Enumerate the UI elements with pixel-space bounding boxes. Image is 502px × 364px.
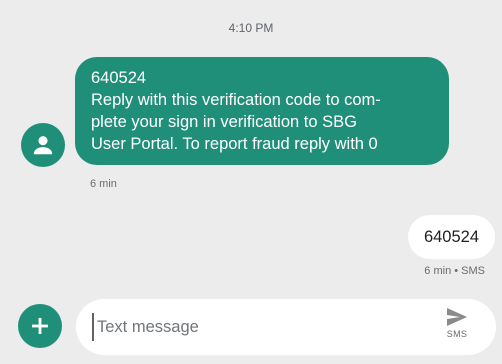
outgoing-message-bubble[interactable]: 640524 [407,215,495,259]
text-message-input[interactable] [92,313,427,341]
incoming-message-line: plete your sign in verification to SBG [91,113,357,131]
add-attachment-button[interactable] [18,304,62,348]
contact-avatar[interactable] [21,123,65,167]
outgoing-message-status: 6 min • SMS [424,265,485,277]
plus-icon [32,318,48,334]
send-button[interactable]: SMS [440,306,474,348]
send-mode-label: SMS [446,329,468,339]
outgoing-message-text: 640524 [423,227,479,246]
incoming-message-bubble[interactable]: 640524 Reply with this verification code… [75,57,449,165]
send-icon [447,308,467,326]
message-thread: 4:10 PM 640524 Reply with this verificat… [0,0,502,364]
incoming-message-line: User Portal. To report fraud reply with … [91,135,378,153]
incoming-message-code: 640524 [91,69,147,87]
thread-timestamp: 4:10 PM [228,21,274,35]
incoming-message-time: 6 min [90,178,117,190]
incoming-message-line: Reply with this verification code to com… [91,91,381,109]
compose-bar: SMS [76,299,496,355]
person-icon [33,136,53,155]
